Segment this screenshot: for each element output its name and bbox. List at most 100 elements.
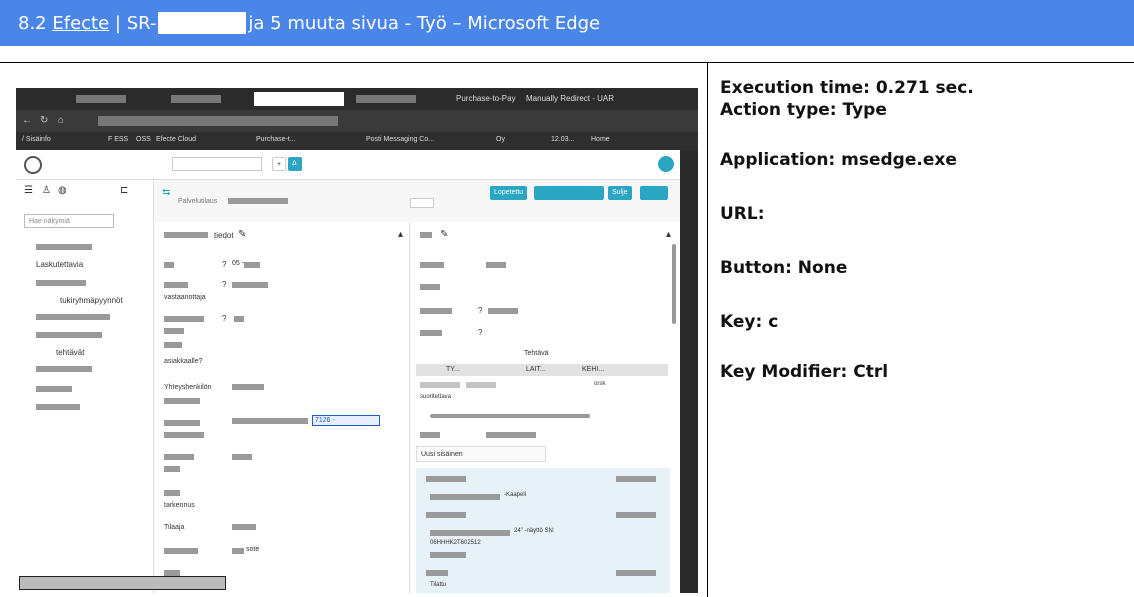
list-icon[interactable]: ☰ [24, 186, 33, 196]
main-content: ⇆ Palvelutilaus Lopetettu Sulje tiedot ✎… [154, 180, 680, 593]
item-redacted[interactable] [426, 512, 466, 518]
create-icon[interactable]: Δ [288, 157, 302, 171]
user-icon[interactable]: ♙ [42, 186, 51, 196]
field-redacted [164, 466, 180, 472]
value-redacted [232, 282, 268, 288]
back-arrow-icon[interactable]: ⇆ [162, 188, 170, 198]
horizontal-scrollbar[interactable] [430, 414, 590, 418]
field-redacted [420, 284, 440, 290]
nav-item-tehtavat[interactable]: tehtävät [56, 348, 84, 357]
fav-item[interactable]: 12.03... [551, 136, 574, 143]
col-lait[interactable]: LAIT... [526, 366, 546, 373]
nav-item-redacted[interactable] [36, 244, 92, 250]
nav-item-tukiryhmapyynnot[interactable]: tukiryhmäpyynnöt [60, 296, 123, 305]
edit-pencil-icon[interactable]: ✎ [238, 230, 246, 240]
lopetettu-button[interactable]: Lopetettu [490, 186, 528, 200]
section-title: tiedot [214, 231, 234, 240]
field-redacted [164, 420, 200, 426]
item-redacted [616, 476, 656, 482]
value-redacted [232, 384, 264, 390]
sulje-button[interactable]: Sulje [608, 186, 632, 200]
browser-screenshot: Purchase-to-Pay Manually Redirect - UAR … [16, 88, 698, 593]
key-modifier-info: Key Modifier: Ctrl [720, 362, 889, 382]
item-nayto: 24" -näyttö SN: [514, 528, 555, 534]
new-internal-button[interactable]: Uusi sisäinen [416, 446, 546, 462]
collapse-up-icon[interactable]: ▴ [666, 230, 671, 240]
value-redacted [232, 418, 308, 424]
edit-button[interactable] [534, 186, 604, 200]
breadcrumb-redacted [228, 198, 288, 204]
url-field[interactable] [98, 116, 338, 126]
dropdown[interactable] [410, 198, 434, 208]
edit-pencil-icon[interactable]: ✎ [440, 230, 448, 240]
fav-item[interactable]: / Sisäinfo [22, 136, 51, 143]
action-type: Action type: Type [720, 100, 887, 120]
item-serial: 06HHHK2T602512 [430, 540, 481, 546]
col-kehi[interactable]: KEHI... [582, 366, 604, 373]
view-search-input[interactable]: Hae näkymiä [24, 214, 114, 228]
title-prefix: 8.2 [18, 12, 47, 34]
add-icon[interactable]: + [272, 157, 286, 171]
app-search-input[interactable] [172, 157, 262, 171]
selected-value-text: 7126 - [315, 417, 335, 424]
nav-item-laskutettavia[interactable]: Laskutettavia [36, 260, 83, 269]
field-redacted [164, 262, 174, 268]
value-redacted [486, 262, 506, 268]
more-button[interactable] [640, 186, 668, 200]
details-column: tiedot ✎ ▴ ? 05 - ? vastaanottaja ? asia… [154, 222, 410, 593]
tab-redirect[interactable]: Manually Redirect - UAR [526, 94, 614, 103]
fav-item[interactable]: Oy [496, 136, 505, 143]
tab-redacted [171, 95, 221, 103]
label-tarkennus: tarkennus [164, 502, 195, 509]
cell-orsk: orsk [594, 381, 606, 387]
value-redacted [234, 316, 244, 322]
button-info: Button: None [720, 258, 848, 278]
fav-item[interactable]: Home [591, 136, 610, 143]
selected-value-field[interactable]: 7126 - [312, 415, 380, 426]
collapse-up-icon[interactable]: ▴ [398, 230, 403, 240]
tab-purchase[interactable]: Purchase-to-Pay [456, 94, 516, 103]
new-internal-label: Uusi sisäinen [421, 451, 463, 458]
task-table-title: Tehtävä [524, 350, 549, 357]
nav-item-redacted[interactable] [36, 314, 110, 320]
fav-item[interactable]: OSS [136, 136, 151, 143]
value-redacted [232, 548, 244, 554]
key-info: Key: c [720, 312, 779, 332]
collapse-icon[interactable]: ⊏ [120, 186, 128, 196]
home-icon[interactable]: ⌂ [58, 116, 64, 126]
value-redacted [488, 308, 518, 314]
title-link[interactable]: Efecte [52, 13, 109, 34]
section-title-redacted [164, 232, 208, 238]
fav-item[interactable]: Efecte Cloud [156, 136, 196, 143]
left-navigation: ☰ ♙ ◍ ⊏ Hae näkymiä Laskutettavia tukiry… [16, 180, 154, 593]
fav-item[interactable]: Purchase-t... [256, 136, 296, 143]
item-redacted [430, 494, 500, 500]
nav-item-redacted[interactable] [36, 280, 86, 286]
col-ty[interactable]: TY... [446, 366, 460, 373]
question-mark: ? [222, 260, 227, 269]
title-separator: | SR- [114, 12, 157, 34]
refresh-icon[interactable]: ↻ [40, 116, 48, 126]
nav-item-redacted[interactable] [36, 332, 102, 338]
item-redacted [616, 512, 656, 518]
vertical-scrollbar[interactable] [672, 244, 676, 324]
app-header: + Δ [16, 150, 680, 180]
globe-icon[interactable]: ◍ [58, 186, 67, 196]
avatar[interactable] [658, 156, 674, 172]
frame-divider [707, 62, 708, 597]
active-tab[interactable] [254, 92, 344, 106]
section-title-redacted [420, 232, 432, 238]
label-vastaanottaja: vastaanottaja [164, 294, 206, 301]
nav-item-redacted[interactable] [36, 386, 72, 392]
nav-item-redacted[interactable] [36, 404, 80, 410]
field-redacted [164, 316, 204, 322]
item-redacted[interactable] [426, 476, 466, 482]
fav-item[interactable]: F ESS [108, 136, 128, 143]
view-search-placeholder: Hae näkymiä [29, 218, 70, 225]
nav-item-redacted[interactable] [36, 366, 92, 372]
item-redacted[interactable] [426, 570, 448, 576]
fav-item[interactable]: Posti Messaging Co... [366, 136, 434, 143]
back-icon[interactable]: ← [22, 116, 32, 126]
field-redacted [420, 308, 452, 314]
browser-tab-bar: Purchase-to-Pay Manually Redirect - UAR [16, 88, 698, 110]
